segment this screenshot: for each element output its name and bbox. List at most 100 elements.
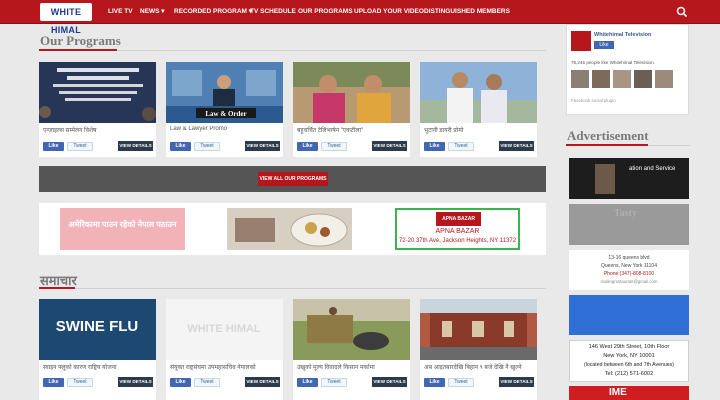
fb-like-button[interactable]: Like bbox=[594, 41, 614, 49]
view-details-button[interactable]: VIEW DETAILS bbox=[372, 141, 407, 151]
remittance-banner[interactable]: अमेरिकामा पाउन रहेको नेपाल पठाउन bbox=[60, 208, 185, 250]
thumb-title: SWINE FLU bbox=[56, 318, 139, 335]
card-caption[interactable]: अब आइतबारदेखि बिहान ९ बजे देखि नै खुल्ने bbox=[424, 363, 534, 371]
section-accent bbox=[39, 49, 117, 51]
site-logo[interactable]: WHITE HIMAL bbox=[40, 3, 92, 35]
search-icon[interactable] bbox=[676, 6, 688, 18]
ad-line: (located between 6th and 7th Avenues) bbox=[584, 362, 674, 368]
card-caption[interactable]: भुटानी डायरी प्रोमो bbox=[424, 126, 534, 134]
tweet-button[interactable]: Tweet bbox=[321, 142, 347, 151]
tweet-button[interactable]: Tweet bbox=[67, 378, 93, 387]
tweet-button[interactable]: Tweet bbox=[321, 378, 347, 387]
ad-line: mailingrestaurant@gmail.com bbox=[600, 279, 658, 284]
card-actions: Like Tweet VIEW DETAILS bbox=[43, 377, 153, 388]
view-details-button[interactable]: VIEW DETAILS bbox=[372, 377, 407, 387]
banner-logo: APNA BAZAR bbox=[436, 212, 481, 226]
card-actions: Like Tweet VIEW DETAILS bbox=[424, 377, 534, 388]
card-caption[interactable]: एन्जाइल्स सम्मेलन विशेष bbox=[43, 126, 153, 134]
fb-like-button[interactable]: Like bbox=[43, 378, 64, 387]
fb-fan-avatar[interactable] bbox=[592, 70, 610, 88]
fb-fan-avatar[interactable] bbox=[634, 70, 652, 88]
ad-banner[interactable]: Tasty bbox=[569, 204, 689, 245]
program-thumbnail[interactable]: Law & Order bbox=[166, 62, 283, 123]
card-caption[interactable]: बहुचर्चित टेलिभाषेन "एकटीला" bbox=[297, 126, 407, 134]
fb-like-button[interactable]: Like bbox=[170, 378, 191, 387]
fb-like-button[interactable]: Like bbox=[297, 142, 318, 151]
ad-line: 146 West 29th Street, 10th Floor bbox=[588, 344, 670, 350]
nav-our-programs[interactable]: OUR PROGRAMS bbox=[298, 0, 353, 24]
news-card[interactable]: WHITE HIMAL संयुक्त राष्ट्रसंघमा उपमहासच… bbox=[166, 299, 283, 400]
ad-banner[interactable]: IME bbox=[569, 386, 689, 400]
program-thumbnail[interactable] bbox=[293, 62, 410, 123]
ad-banner[interactable]: 13-16 queens blvd Queens, New York 11104… bbox=[569, 250, 689, 290]
nav-distinguished-members[interactable]: DISTINGUISHED MEMBERS bbox=[424, 0, 510, 24]
view-details-button[interactable]: VIEW DETAILS bbox=[245, 141, 280, 151]
fb-like-button[interactable]: Like bbox=[424, 378, 445, 387]
program-thumbnail[interactable] bbox=[39, 62, 156, 123]
news-thumbnail[interactable]: SWINE FLU bbox=[39, 299, 156, 360]
fb-like-button[interactable]: Like bbox=[170, 142, 191, 151]
advertisement-heading: Advertisement bbox=[567, 128, 649, 143]
view-details-button[interactable]: VIEW DETAILS bbox=[118, 377, 153, 387]
tweet-button[interactable]: Tweet bbox=[67, 142, 93, 151]
view-details-button[interactable]: VIEW DETAILS bbox=[499, 141, 534, 151]
fb-like-button[interactable]: Like bbox=[43, 142, 64, 151]
news-thumbnail[interactable]: WHITE HIMAL bbox=[166, 299, 283, 360]
ad-line: New York, NY 10001 bbox=[603, 353, 655, 359]
banner-address: 72-20 37th Ave, Jackson Heights, NY 1137… bbox=[398, 238, 517, 244]
program-card[interactable]: एन्जाइल्स सम्मेलन विशेष Like Tweet VIEW … bbox=[39, 62, 156, 157]
view-all-programs-button[interactable]: VIEW ALL OUR PROGRAMS bbox=[258, 172, 328, 186]
fb-like-button[interactable]: Like bbox=[424, 142, 445, 151]
program-card[interactable]: बहुचर्चित टेलिभाषेन "एकटीला" Like Tweet … bbox=[293, 62, 410, 157]
nav-tv-schedule[interactable]: TV SCHEDULE bbox=[250, 0, 296, 24]
food-banner[interactable] bbox=[227, 208, 352, 250]
nav-news[interactable]: NEWS ▾ bbox=[140, 0, 165, 24]
card-actions: Like Tweet VIEW DETAILS bbox=[424, 141, 534, 152]
view-details-button[interactable]: VIEW DETAILS bbox=[499, 377, 534, 387]
apna-bazar-banner[interactable]: APNA BAZAR APNA BAZAR 72-20 37th Ave, Ja… bbox=[395, 208, 520, 250]
top-nav: WHITE HIMAL LIVE TV NEWS ▾ RECORDED PROG… bbox=[0, 0, 720, 35]
ad-text: ation and Service bbox=[629, 166, 676, 172]
card-caption[interactable]: संयुक्त राष्ट्रसंघमा उपमहासचिव नेपालको bbox=[170, 363, 280, 371]
program-thumbnail[interactable] bbox=[420, 62, 537, 123]
card-actions: Like Tweet VIEW DETAILS bbox=[43, 141, 153, 152]
card-actions: Like Tweet VIEW DETAILS bbox=[170, 141, 280, 152]
news-card[interactable]: उखुको मूल्य विवादले किसान मर्कामा Like T… bbox=[293, 299, 410, 400]
section-accent bbox=[566, 144, 648, 146]
tweet-button[interactable]: Tweet bbox=[448, 378, 474, 387]
program-card[interactable]: भुटानी डायरी प्रोमो Like Tweet VIEW DETA… bbox=[420, 62, 537, 157]
ad-banner[interactable]: 146 West 29th Street, 10th Floor New Yor… bbox=[569, 340, 689, 382]
card-caption[interactable]: स्वाइन फ्लूको कारण राष्ट्रिय योजना bbox=[43, 363, 153, 371]
nav-upload-video[interactable]: UPLOAD YOUR VIDEO bbox=[354, 0, 424, 24]
fb-fan-avatar[interactable] bbox=[613, 70, 631, 88]
nav-live-tv[interactable]: LIVE TV bbox=[108, 0, 133, 24]
card-caption[interactable]: उखुको मूल्य विवादले किसान मर्कामा bbox=[297, 363, 407, 371]
fb-page-avatar[interactable] bbox=[571, 31, 591, 51]
ad-line: Phone:(347)-808-8100 bbox=[603, 271, 655, 277]
facebook-page-widget: Whitehimal Television Like 78,245 people… bbox=[566, 24, 689, 115]
news-card[interactable]: SWINE FLU स्वाइन फ्लूको कारण राष्ट्रिय य… bbox=[39, 299, 156, 400]
ad-line: Tel: (212) 571-6002 bbox=[604, 371, 654, 377]
nav-recorded-program[interactable]: RECORDED PROGRAM ▾ bbox=[174, 0, 252, 24]
card-caption[interactable]: Law & Lawyer Promo bbox=[170, 126, 280, 132]
ad-banner[interactable] bbox=[569, 295, 689, 335]
tweet-button[interactable]: Tweet bbox=[194, 378, 220, 387]
banner-text: अमेरिकामा पाउन रहेको नेपाल पठाउन bbox=[68, 220, 177, 229]
news-thumbnail[interactable] bbox=[420, 299, 537, 360]
news-card[interactable]: अब आइतबारदेखि बिहान ९ बजे देखि नै खुल्ने… bbox=[420, 299, 537, 400]
thumb-watermark: WHITE HIMAL bbox=[187, 323, 261, 335]
ad-banner[interactable]: ation and Service bbox=[569, 158, 689, 199]
tweet-button[interactable]: Tweet bbox=[194, 142, 220, 151]
tweet-button[interactable]: Tweet bbox=[448, 142, 474, 151]
our-programs-heading: Our Programs bbox=[40, 33, 121, 48]
section-divider bbox=[39, 288, 546, 289]
banner-store-name: APNA BAZAR bbox=[435, 228, 480, 235]
program-card[interactable]: Law & Order Law & Lawyer Promo Like Twee… bbox=[166, 62, 283, 157]
fb-fan-avatar[interactable] bbox=[571, 70, 589, 88]
news-thumbnail[interactable] bbox=[293, 299, 410, 360]
view-details-button[interactable]: VIEW DETAILS bbox=[245, 377, 280, 387]
view-details-button[interactable]: VIEW DETAILS bbox=[118, 141, 153, 151]
fb-page-name[interactable]: Whitehimal Television bbox=[594, 32, 651, 38]
fb-fan-avatar[interactable] bbox=[655, 70, 673, 88]
fb-like-button[interactable]: Like bbox=[297, 378, 318, 387]
